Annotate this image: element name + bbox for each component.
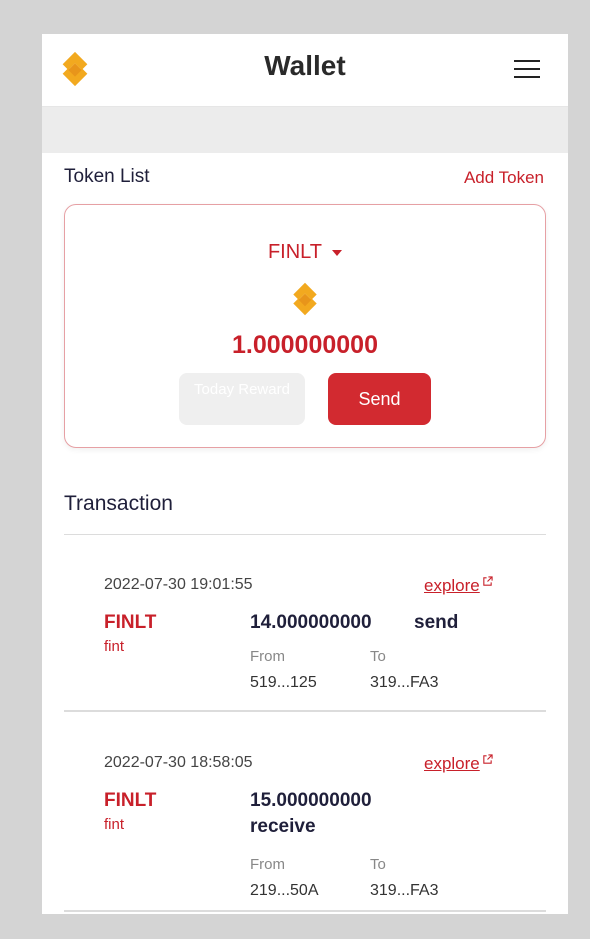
- token-balance: 1.000000000: [232, 331, 378, 359]
- banner-area: [42, 107, 568, 153]
- hamburger-menu-icon[interactable]: [514, 60, 540, 80]
- from-label: From: [250, 648, 285, 665]
- explore-link[interactable]: explore: [424, 576, 493, 596]
- transaction-date: 2022-07-30 18:58:05: [104, 754, 253, 771]
- transaction-amount: 15.000000000: [250, 790, 372, 811]
- token-card: FINLT 1.000000000 Today Reward Send: [64, 204, 546, 448]
- token-list-heading: Token List: [64, 166, 150, 187]
- explore-label: explore: [424, 754, 480, 773]
- divider: [64, 534, 546, 535]
- caret-down-icon: [332, 249, 343, 256]
- divider: [64, 910, 546, 912]
- from-address: 219...50A: [250, 882, 319, 899]
- to-label: To: [370, 648, 386, 665]
- token-symbol: FINLT: [104, 790, 157, 811]
- token-subname: fint: [104, 816, 125, 833]
- token-subname: fint: [104, 638, 125, 655]
- transaction-heading: Transaction: [64, 492, 173, 515]
- today-reward-button[interactable]: Today Reward: [179, 373, 305, 425]
- external-link-icon: [483, 754, 493, 764]
- token-selector[interactable]: FINLT: [65, 241, 545, 264]
- token-logo-icon: [293, 282, 317, 316]
- wallet-screen: Wallet Token List Add Token FINLT 1.0000…: [42, 34, 568, 914]
- transaction-amount: 14.000000000: [250, 612, 372, 633]
- from-address: 519...125: [250, 674, 317, 691]
- to-address: 319...FA3: [370, 882, 439, 899]
- selected-token-label: FINLT: [267, 241, 323, 263]
- divider: [64, 710, 546, 712]
- transaction-type: receive: [250, 816, 316, 837]
- top-bar: Wallet: [42, 34, 568, 107]
- explore-label: explore: [424, 576, 480, 595]
- explore-link[interactable]: explore: [424, 754, 493, 774]
- from-label: From: [250, 856, 285, 873]
- add-token-link[interactable]: Add Token: [464, 168, 544, 188]
- to-address: 319...FA3: [370, 674, 439, 691]
- transaction-type: send: [414, 612, 459, 633]
- page-title: Wallet: [264, 50, 346, 81]
- external-link-icon: [483, 576, 493, 586]
- token-symbol: FINLT: [104, 612, 157, 633]
- to-label: To: [370, 856, 386, 873]
- send-button[interactable]: Send: [328, 373, 431, 425]
- transaction-date: 2022-07-30 19:01:55: [104, 576, 253, 593]
